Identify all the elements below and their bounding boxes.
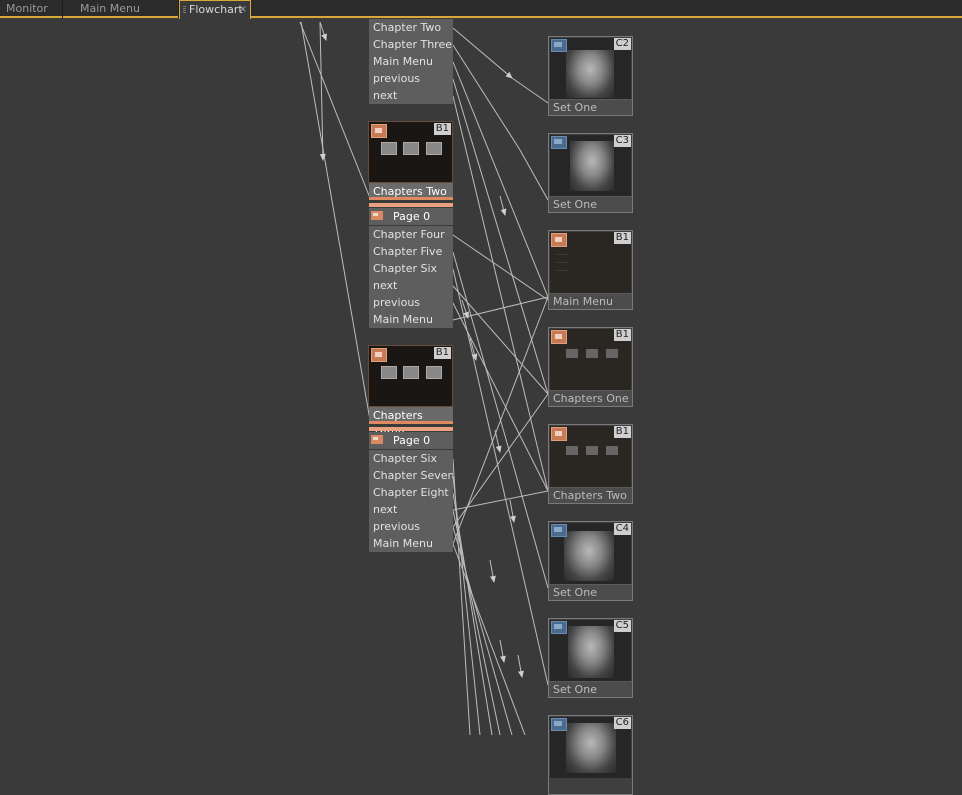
- menu-button-row[interactable]: previous: [369, 294, 453, 311]
- menu-page-row[interactable]: Page 0: [369, 432, 453, 449]
- node-label: Set One: [549, 196, 632, 212]
- menu-thumbnail-chapters-two[interactable]: B1: [368, 121, 453, 183]
- film-clip-icon: [551, 718, 567, 731]
- thumbnail-photo: [426, 366, 442, 379]
- node-label: Set One: [549, 681, 632, 697]
- menu-page-row[interactable]: Page 0: [369, 208, 453, 225]
- node-tag: C3: [613, 135, 631, 147]
- menu-button-row[interactable]: Chapter Six: [369, 260, 453, 277]
- menu-emblem-icon: [551, 427, 567, 441]
- menu-button-row[interactable]: Main Menu: [369, 311, 453, 328]
- flowchart-connections: [299, 21, 549, 735]
- page-flag-icon: [371, 211, 383, 220]
- menu-button-row[interactable]: previous: [369, 518, 453, 535]
- menu-buttons-top: Chapter Two Chapter Three Main Menu prev…: [369, 19, 453, 104]
- flowchart-node-c6[interactable]: C6: [548, 715, 633, 795]
- node-label: Chapters One: [549, 390, 632, 406]
- node-tag: B1: [613, 426, 631, 438]
- thumbnail-photo: [426, 142, 442, 155]
- menu-divider: [369, 427, 453, 431]
- node-label: Chapters Two: [549, 487, 632, 503]
- thumbnail-photo: [381, 366, 397, 379]
- flowchart-node-main-menu[interactable]: ———— ———— ———— B1 Main Menu: [548, 230, 633, 310]
- node-tag: C6: [613, 717, 631, 729]
- node-tag: C5: [613, 620, 631, 632]
- menu-button-row[interactable]: Chapter Six: [369, 450, 453, 467]
- thumbnail-photo: [403, 366, 419, 379]
- menu-divider: [369, 203, 453, 207]
- menu-button-row[interactable]: Chapter Five: [369, 243, 453, 260]
- flowchart-node-c4[interactable]: C4 Set One: [548, 521, 633, 601]
- menu-tag: B1: [433, 347, 451, 359]
- menu-button-row[interactable]: previous: [369, 70, 453, 87]
- menu-button-row[interactable]: next: [369, 87, 453, 104]
- menu-button-row[interactable]: next: [369, 501, 453, 518]
- page-label: Page 0: [393, 434, 431, 447]
- menu-button-row[interactable]: next: [369, 277, 453, 294]
- menu-buttons-chapters-three: Chapter Six Chapter Seven Chapter Eight …: [369, 450, 453, 552]
- film-clip-icon: [551, 136, 567, 149]
- flowchart-node-chapters-two[interactable]: B1 Chapters Two: [548, 424, 633, 504]
- thumbnail-photo: [381, 142, 397, 155]
- node-tag: C4: [613, 523, 631, 535]
- node-label: Set One: [549, 99, 632, 115]
- menu-button-row[interactable]: Chapter Four: [369, 226, 453, 243]
- menu-tag: B1: [433, 123, 451, 135]
- menu-emblem-icon: [551, 233, 567, 247]
- node-tag: B1: [613, 232, 631, 244]
- flowchart-node-c2[interactable]: C2 Set One: [548, 36, 633, 116]
- film-clip-icon: [551, 524, 567, 537]
- menu-button-row[interactable]: Chapter Seven: [369, 467, 453, 484]
- menu-button-row[interactable]: Main Menu: [369, 535, 453, 552]
- menu-button-row[interactable]: Main Menu: [369, 53, 453, 70]
- film-clip-icon: [551, 621, 567, 634]
- menu-emblem-icon: [551, 330, 567, 344]
- menu-emblem-icon: [371, 124, 387, 138]
- node-label: Set One: [549, 584, 632, 600]
- menu-label[interactable]: Chapters Three: [369, 407, 453, 439]
- node-tag: C2: [613, 38, 631, 50]
- flowchart-node-c3[interactable]: C3 Set One: [548, 133, 633, 213]
- flowchart-node-c5[interactable]: C5 Set One: [548, 618, 633, 698]
- menu-button-row[interactable]: Chapter Two: [369, 19, 453, 36]
- node-tag: B1: [613, 329, 631, 341]
- node-label: Main Menu: [549, 293, 632, 309]
- menu-button-row[interactable]: Chapter Three: [369, 36, 453, 53]
- flowchart-node-chapters-one[interactable]: B1 Chapters One: [548, 327, 633, 407]
- page-label: Page 0: [393, 210, 431, 223]
- film-clip-icon: [551, 39, 567, 52]
- thumbnail-photo: [403, 142, 419, 155]
- page-flag-icon: [371, 435, 383, 444]
- menu-label[interactable]: Chapters Two: [369, 183, 453, 200]
- menu-button-row[interactable]: Chapter Eight: [369, 484, 453, 501]
- menu-thumbnail-chapters-three[interactable]: B1: [368, 345, 453, 407]
- menu-buttons-chapters-two: Chapter Four Chapter Five Chapter Six ne…: [369, 226, 453, 328]
- menu-emblem-icon: [371, 348, 387, 362]
